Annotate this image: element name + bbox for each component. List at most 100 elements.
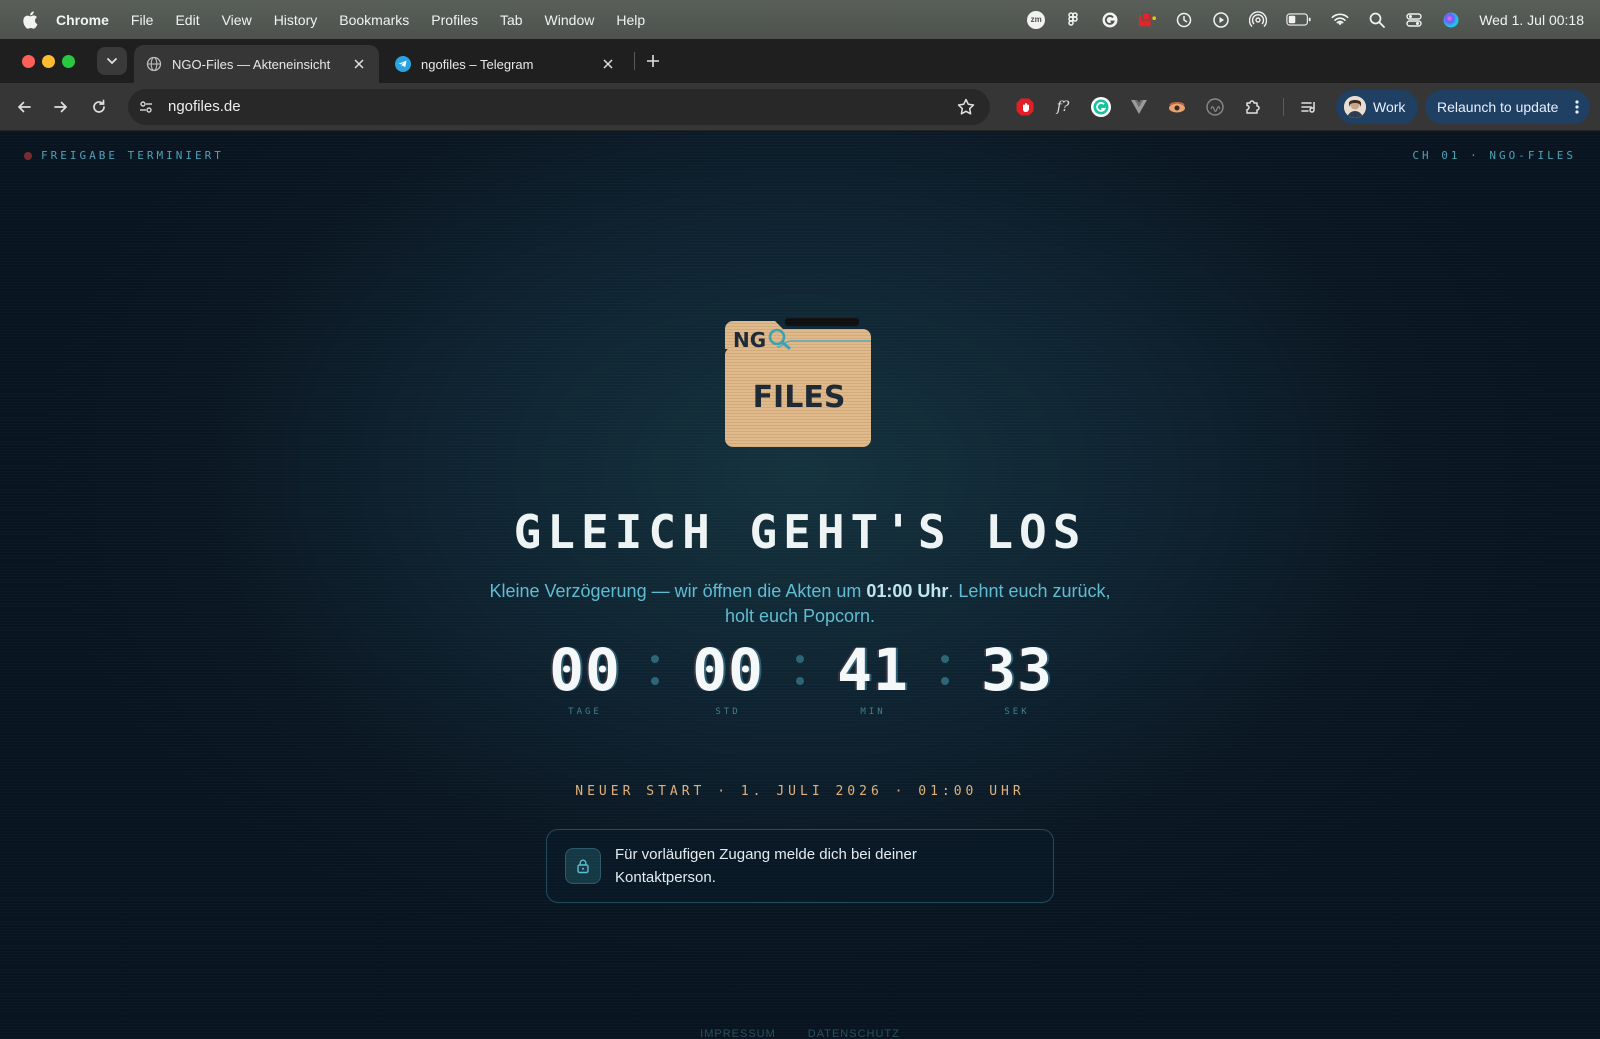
countdown-hours: 00 STD [673, 637, 783, 717]
zoom-icon[interactable]: zm [1026, 10, 1046, 29]
puzzle-icon[interactable] [1242, 96, 1264, 118]
macos-menu-bar: Chrome File Edit View History Bookmarks … [0, 0, 1600, 39]
tab-telegram[interactable]: ngofiles – Telegram [383, 45, 628, 83]
siri-icon[interactable] [1441, 11, 1461, 29]
back-button[interactable] [12, 95, 36, 119]
relaunch-label: Relaunch to update [1437, 99, 1559, 115]
time-machine-icon[interactable] [1174, 11, 1194, 29]
countdown-timer: 00 TAGE 00 STD 41 MIN 33 SEK [530, 637, 1070, 727]
relaunch-to-update-button[interactable]: Relaunch to update [1425, 90, 1590, 124]
battery-icon[interactable] [1285, 11, 1313, 29]
minimize-window-button[interactable] [42, 55, 55, 68]
fullscreen-window-button[interactable] [62, 55, 75, 68]
countdown-label: SEK [1004, 707, 1030, 717]
site-info-button[interactable] [136, 97, 156, 117]
tab-separator [634, 52, 635, 70]
reload-button[interactable] [87, 95, 111, 119]
tab-title: ngofiles – Telegram [421, 56, 534, 72]
plus-icon [647, 55, 659, 67]
countdown-minutes: 41 MIN [818, 637, 928, 717]
arrow-left-icon [17, 101, 31, 113]
reload-icon [93, 99, 105, 113]
bookmark-star-icon[interactable] [956, 97, 976, 117]
countdown-separator [651, 655, 659, 689]
menu-file[interactable]: File [131, 12, 154, 28]
lock-icon [565, 848, 601, 884]
countdown-separator [941, 655, 949, 689]
grammarly-icon[interactable] [1100, 11, 1120, 29]
forward-button[interactable] [49, 95, 73, 119]
restart-date: NEUER START · 1. JULI 2026 · 01:00 UHR [575, 784, 1025, 799]
adblock-icon[interactable] [1014, 96, 1036, 118]
avatar [1344, 96, 1366, 118]
close-tab-button[interactable] [349, 54, 369, 74]
control-center-icon[interactable] [1404, 11, 1424, 29]
close-icon [354, 59, 364, 69]
menu-window[interactable]: Window [545, 12, 595, 28]
countdown-value: 00 [692, 636, 764, 704]
telegram-icon [395, 56, 411, 72]
tune-icon [140, 101, 152, 113]
zoom-label: zm [1027, 10, 1046, 29]
channel-label: CH 01 · NGO-FILES [1412, 149, 1576, 162]
eye-icon[interactable] [1166, 96, 1188, 118]
more-vertical-icon [1575, 100, 1579, 114]
menu-bookmarks[interactable]: Bookmarks [339, 12, 409, 28]
airdrop-icon[interactable] [1248, 10, 1268, 29]
url-text[interactable]: ngofiles.de [168, 98, 241, 115]
page-subtitle: Kleine Verzögerung — wir öffnen die Akte… [480, 579, 1120, 629]
adobe-icon[interactable] [1137, 11, 1157, 29]
tab-ngo-files[interactable]: NGO-Files — Akteneinsicht [134, 45, 379, 83]
address-bar[interactable]: ngofiles.de [128, 89, 990, 125]
menu-edit[interactable]: Edit [175, 12, 199, 28]
countdown-label: TAGE [568, 707, 602, 717]
datenschutz-link[interactable]: DATENSCHUTZ [808, 1028, 900, 1039]
close-window-button[interactable] [22, 55, 35, 68]
globe-icon [146, 56, 162, 72]
countdown-label: MIN [860, 707, 886, 717]
chevron-down-icon [107, 58, 117, 65]
apple-icon[interactable] [22, 10, 38, 29]
status-left-text: FREIGABE TERMINIERT [41, 149, 224, 162]
new-tab-button[interactable] [641, 49, 665, 73]
close-tab-button[interactable] [598, 54, 618, 74]
formula-icon[interactable]: f? [1052, 96, 1074, 118]
play-icon[interactable] [1211, 11, 1231, 29]
close-icon [603, 59, 613, 69]
logo-top-text: NG [733, 328, 766, 352]
browser-window: NGO-Files — Akteneinsicht ngofiles – Tel… [0, 39, 1600, 1039]
opening-time: 01:00 Uhr [866, 581, 949, 601]
subtitle-part-1: Kleine Verzögerung — wir öffnen die Akte… [489, 581, 867, 601]
access-info-card: Für vorläufigen Zugang melde dich bei de… [546, 829, 1054, 903]
figma-icon[interactable] [1063, 11, 1083, 29]
spotlight-icon[interactable] [1367, 11, 1387, 29]
menu-help[interactable]: Help [616, 12, 645, 28]
countdown-seconds: 33 SEK [962, 637, 1072, 717]
arrow-right-icon [54, 101, 68, 113]
menu-history[interactable]: History [274, 12, 318, 28]
tab-title: NGO-Files — Akteneinsicht [172, 56, 331, 72]
menu-profiles[interactable]: Profiles [431, 12, 478, 28]
reading-list-icon[interactable] [1298, 96, 1320, 118]
profile-label: Work [1373, 99, 1406, 115]
tab-strip: NGO-Files — Akteneinsicht ngofiles – Tel… [0, 39, 1600, 83]
countdown-value: 00 [549, 636, 621, 704]
mymind-icon[interactable] [1204, 96, 1226, 118]
menubar-clock[interactable]: Wed 1. Jul 00:18 [1479, 12, 1584, 28]
profile-button[interactable]: Work [1336, 90, 1418, 124]
toolbar-separator [1283, 98, 1284, 116]
tab-search-button[interactable] [97, 47, 127, 75]
wifi-icon[interactable] [1330, 11, 1350, 29]
menu-app-name[interactable]: Chrome [56, 12, 109, 28]
vuejs-icon[interactable] [1128, 96, 1150, 118]
countdown-value: 41 [837, 636, 909, 704]
menu-tab[interactable]: Tab [500, 12, 523, 28]
countdown-days: 00 TAGE [530, 637, 640, 717]
impressum-link[interactable]: IMPRESSUM [700, 1028, 776, 1039]
ngo-files-logo: NG FILES [725, 318, 871, 447]
countdown-label: STD [715, 707, 741, 717]
logo-main-text: FILES [753, 380, 846, 415]
menu-view[interactable]: View [222, 12, 252, 28]
grammarly-extension-icon[interactable] [1090, 96, 1112, 118]
page-footer: IMPRESSUM DATENSCHUTZ [0, 1028, 1600, 1039]
